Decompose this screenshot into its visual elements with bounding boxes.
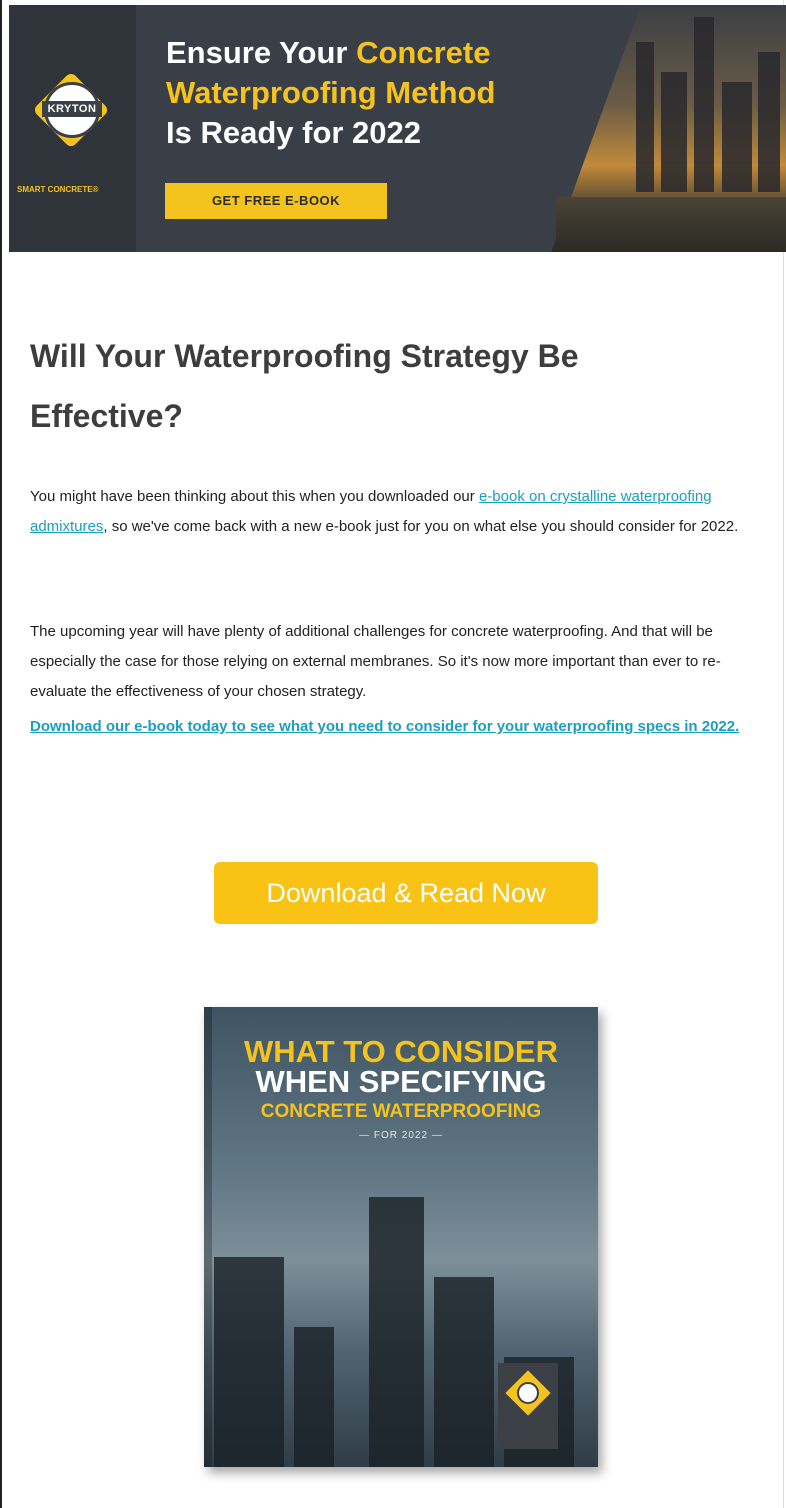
- title-part3: Is Ready for 2022: [166, 115, 422, 150]
- download-read-now-button[interactable]: Download & Read Now: [214, 862, 598, 924]
- book-title-line3: CONCRETE WATERPROOFING: [260, 1101, 542, 1122]
- get-free-ebook-button[interactable]: GET FREE E-BOOK: [165, 183, 387, 219]
- book-title-line2: WHEN SPECIFYING: [255, 1064, 547, 1099]
- p1-text-before: You might have been thinking about this …: [30, 488, 479, 505]
- title-part1: Ensure Your: [166, 35, 357, 70]
- challenges-paragraph: The upcoming year will have plenty of ad…: [30, 623, 721, 700]
- building-shape: [369, 1197, 424, 1467]
- tower-shape: [694, 17, 714, 192]
- title-highlight2: Waterproofing Method: [166, 75, 496, 110]
- download-paragraph: Download our e-book today to see what yo…: [30, 712, 770, 742]
- p1-text-after: , so we've come back with a new e-book j…: [103, 518, 739, 535]
- book-logo-badge: [498, 1363, 558, 1449]
- tower-shape: [636, 42, 654, 192]
- tower-shape: [758, 52, 780, 192]
- globe-icon: [517, 1382, 539, 1404]
- article-heading: Will Your Waterproofing Strategy Be Effe…: [30, 338, 579, 434]
- ebook-cover-image[interactable]: WHAT TO CONSIDER WHEN SPECIFYING CONCRET…: [204, 1007, 598, 1467]
- water-reflection: [556, 197, 786, 252]
- book-title-line1: WHAT TO CONSIDER: [243, 1034, 558, 1069]
- building-shape: [214, 1257, 284, 1467]
- kryton-logo-text: KRYTON: [42, 101, 102, 117]
- building-shape: [294, 1327, 334, 1467]
- banner-title: Ensure Your Concrete Waterproofing Metho…: [166, 33, 586, 153]
- tower-shape: [722, 82, 752, 192]
- hero-banner[interactable]: KRYTON SMART CONCRETE® Ensure Your Concr…: [9, 5, 786, 252]
- logo-tagline: SMART CONCRETE®: [17, 185, 99, 194]
- building-shape: [434, 1277, 494, 1467]
- book-subtitle: — FOR 2022 —: [359, 1130, 443, 1141]
- intro-paragraph: You might have been thinking about this …: [30, 482, 770, 542]
- download-ebook-link[interactable]: Download our e-book today to see what yo…: [30, 718, 739, 735]
- tower-shape: [661, 72, 687, 192]
- title-highlight1: Concrete: [356, 35, 491, 70]
